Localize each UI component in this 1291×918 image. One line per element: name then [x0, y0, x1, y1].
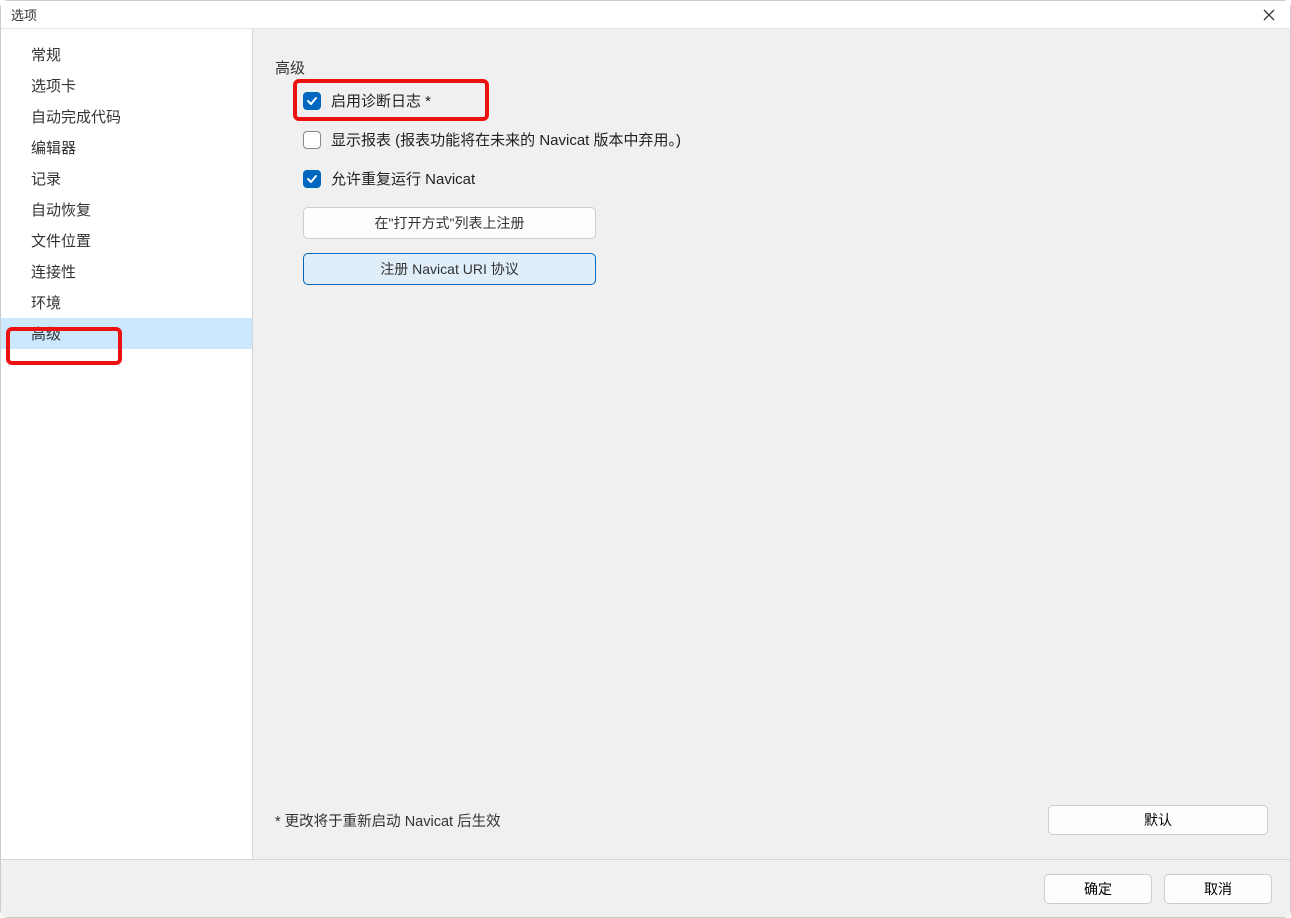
sidebar-item-label: 环境: [31, 295, 61, 312]
register-uri-button[interactable]: 注册 Navicat URI 协议: [303, 253, 596, 285]
sidebar-item-editor[interactable]: 编辑器: [1, 132, 252, 163]
main-panel: 高级 启用诊断日志 * 显示报表 (报表功能将在未来的 Navicat 版本中弃…: [253, 29, 1290, 859]
options-group: 启用诊断日志 * 显示报表 (报表功能将在未来的 Navicat 版本中弃用。)…: [275, 90, 1268, 299]
sidebar-item-advanced[interactable]: 高级: [1, 318, 252, 349]
sidebar-item-autorecover[interactable]: 自动恢复: [1, 194, 252, 225]
checkbox-label: 允许重复运行 Navicat: [331, 168, 475, 189]
checkbox-label: 显示报表 (报表功能将在未来的 Navicat 版本中弃用。): [331, 129, 681, 150]
sidebar-item-label: 常规: [31, 47, 61, 64]
content-area: 常规 选项卡 自动完成代码 编辑器 记录 自动恢复 文件位置 连接性 环境 高级…: [1, 29, 1290, 859]
sidebar: 常规 选项卡 自动完成代码 编辑器 记录 自动恢复 文件位置 连接性 环境 高级: [1, 29, 253, 859]
sidebar-item-label: 记录: [31, 171, 61, 188]
checkbox-allow-duplicate-navicat[interactable]: 允许重复运行 Navicat: [303, 168, 1268, 189]
sidebar-item-label: 自动恢复: [31, 202, 91, 219]
section-title: 高级: [275, 57, 1268, 78]
sidebar-item-general[interactable]: 常规: [1, 39, 252, 70]
checkbox-label: 启用诊断日志 *: [331, 90, 431, 111]
cancel-button[interactable]: 取消: [1164, 874, 1272, 904]
close-button[interactable]: [1256, 3, 1282, 27]
button-label: 注册 Navicat URI 协议: [380, 259, 518, 279]
checkbox-show-reports[interactable]: 显示报表 (报表功能将在未来的 Navicat 版本中弃用。): [303, 129, 1268, 150]
sidebar-item-label: 自动完成代码: [31, 109, 121, 126]
checkbox-icon: [303, 92, 321, 110]
button-label: 在"打开方式"列表上注册: [375, 213, 525, 233]
sidebar-item-tabs[interactable]: 选项卡: [1, 70, 252, 101]
sidebar-item-label: 连接性: [31, 264, 76, 281]
dialog-footer: 确定 取消: [1, 859, 1290, 917]
sidebar-item-label: 选项卡: [31, 78, 76, 95]
sidebar-item-environment[interactable]: 环境: [1, 287, 252, 318]
checkbox-enable-diagnostic-log[interactable]: 启用诊断日志 *: [303, 90, 1268, 111]
button-label: 确定: [1084, 881, 1112, 897]
footer-note-row: * 更改将于重新启动 Navicat 后生效 默认: [275, 805, 1268, 839]
restart-note: * 更改将于重新启动 Navicat 后生效: [275, 810, 501, 831]
sidebar-item-autocomplete[interactable]: 自动完成代码: [1, 101, 252, 132]
ok-button[interactable]: 确定: [1044, 874, 1152, 904]
close-icon: [1263, 9, 1275, 21]
title-bar: 选项: [1, 1, 1290, 29]
sidebar-item-records[interactable]: 记录: [1, 163, 252, 194]
checkbox-icon: [303, 170, 321, 188]
sidebar-item-label: 高级: [31, 326, 61, 343]
button-label: 取消: [1204, 881, 1232, 897]
checkbox-icon: [303, 131, 321, 149]
register-open-with-button[interactable]: 在"打开方式"列表上注册: [303, 207, 596, 239]
button-label: 默认: [1144, 812, 1172, 828]
sidebar-item-label: 文件位置: [31, 233, 91, 250]
sidebar-item-filelocation[interactable]: 文件位置: [1, 225, 252, 256]
sidebar-item-connectivity[interactable]: 连接性: [1, 256, 252, 287]
default-button[interactable]: 默认: [1048, 805, 1268, 835]
window-title: 选项: [11, 5, 37, 24]
sidebar-item-label: 编辑器: [31, 140, 76, 157]
options-dialog: 选项 常规 选项卡 自动完成代码 编辑器 记录 自动恢复 文件位置 连接性 环境…: [0, 0, 1291, 918]
